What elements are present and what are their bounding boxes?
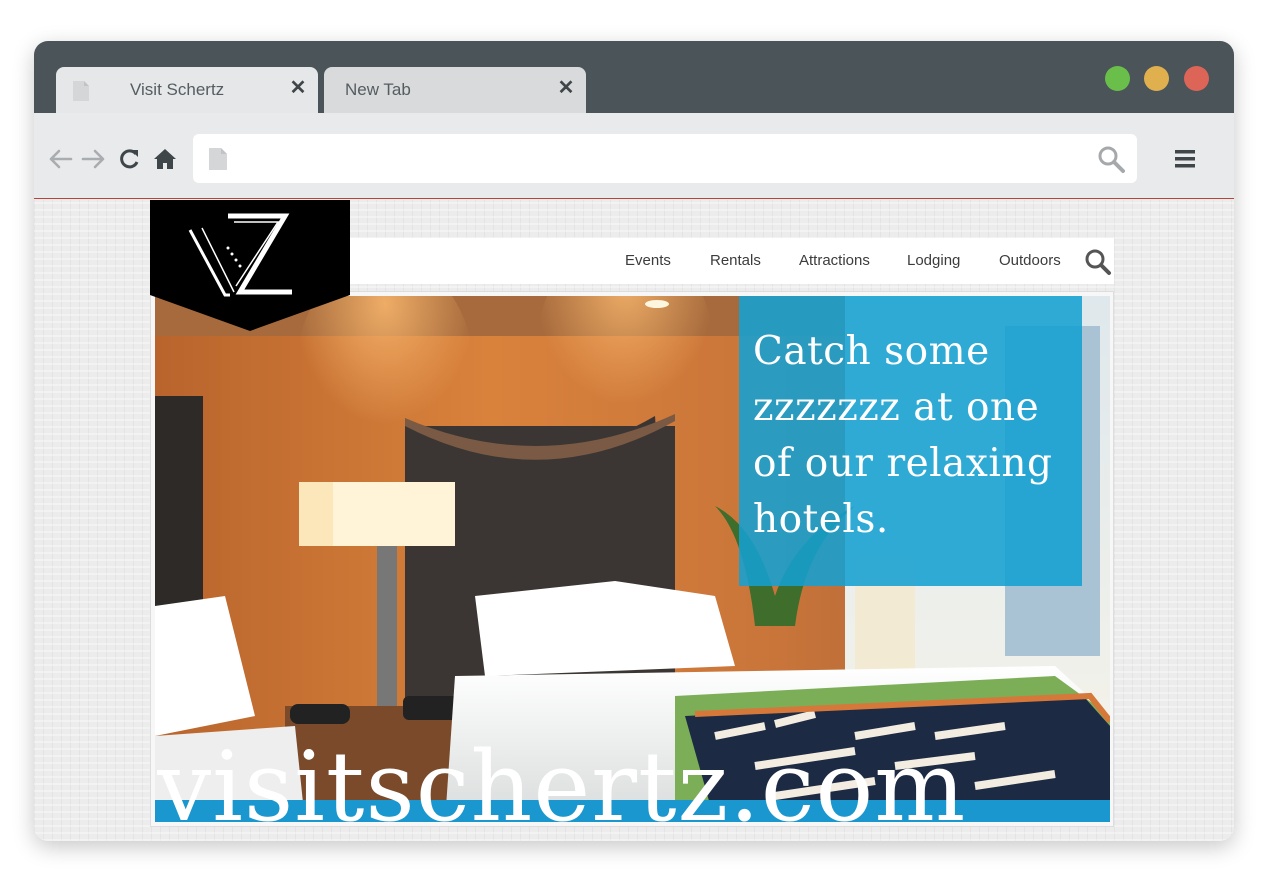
- search-icon[interactable]: [1084, 248, 1112, 276]
- document-icon: [73, 81, 89, 101]
- tab-title: New Tab: [345, 80, 411, 99]
- tab-new-tab[interactable]: New Tab ✕: [324, 67, 586, 113]
- hamburger-menu-icon[interactable]: [1175, 149, 1195, 169]
- close-icon[interactable]: ✕: [556, 78, 576, 98]
- close-icon[interactable]: ✕: [288, 78, 308, 98]
- browser-titlebar: Visit Schertz ✕ New Tab ✕: [34, 41, 1234, 113]
- nav-attractions[interactable]: Attractions: [799, 252, 870, 269]
- tab-visit-schertz[interactable]: Visit Schertz ✕: [56, 67, 318, 113]
- reload-icon[interactable]: [117, 147, 143, 171]
- tab-title: Visit Schertz: [130, 80, 225, 99]
- page-viewport: Events Rentals Attractions Lodging Outdo…: [34, 200, 1234, 841]
- home-icon[interactable]: [152, 147, 178, 171]
- minimize-button[interactable]: [1144, 66, 1169, 91]
- search-icon[interactable]: [1097, 145, 1125, 173]
- nav-lodging[interactable]: Lodging: [907, 252, 960, 269]
- site-logo[interactable]: [150, 200, 350, 331]
- nav-outdoors[interactable]: Outdoors: [999, 252, 1061, 269]
- close-window-button[interactable]: [1184, 66, 1209, 91]
- promo-callout: Catch some zzzzzzz at one of our relaxin…: [739, 296, 1082, 586]
- document-icon: [209, 148, 227, 170]
- address-bar[interactable]: [193, 134, 1137, 183]
- maximize-button[interactable]: [1105, 66, 1130, 91]
- hero-banner: Catch some zzzzzzz at one of our relaxin…: [150, 291, 1114, 827]
- nav-events[interactable]: Events: [625, 252, 671, 269]
- browser-window: Visit Schertz ✕ New Tab ✕ Events Rentals…: [34, 41, 1234, 841]
- arrow-left-icon[interactable]: [47, 147, 73, 171]
- arrow-right-icon[interactable]: [81, 147, 107, 171]
- browser-toolbar: [34, 113, 1234, 199]
- nav-rentals[interactable]: Rentals: [710, 252, 761, 269]
- promo-text: Catch some zzzzzzz at one of our relaxin…: [753, 329, 1053, 542]
- domain-wordmark: visitschertz.com: [157, 731, 967, 822]
